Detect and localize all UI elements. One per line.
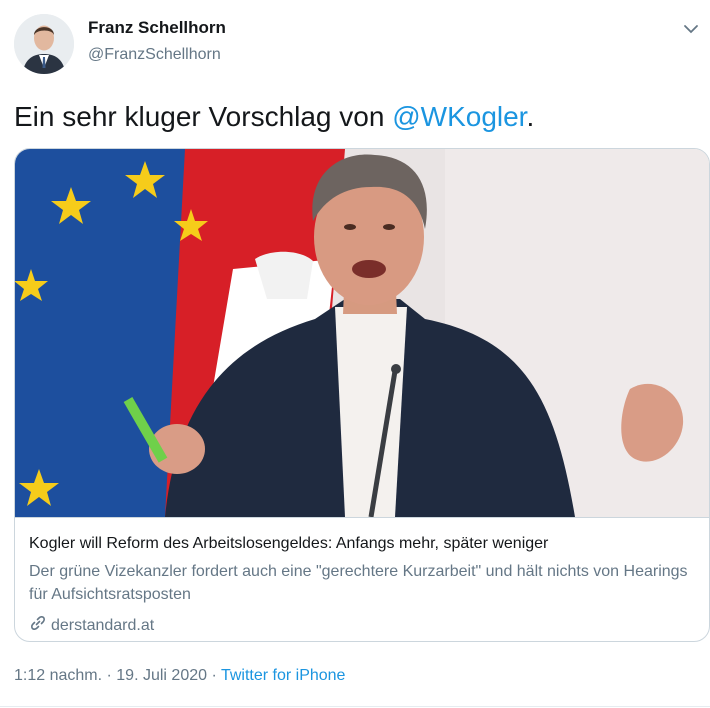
card-body[interactable]: Kogler will Reform des Arbeitslosengelde… bbox=[15, 517, 709, 641]
tweet: Franz Schellhorn @FranzSchellhorn Ein se… bbox=[0, 0, 710, 708]
card-domain-text: derstandard.at bbox=[51, 616, 155, 634]
tweet-text: Ein sehr kluger Vorschlag von @WKogler. bbox=[14, 100, 534, 134]
card-description: Der grüne Vizekanzler fordert auch eine … bbox=[29, 563, 688, 603]
author-handle[interactable]: @FranzSchellhorn bbox=[88, 46, 221, 64]
author-name[interactable]: Franz Schellhorn bbox=[88, 18, 226, 38]
tweet-date[interactable]: 19. Juli 2020 bbox=[116, 667, 207, 684]
mention-link[interactable]: @WKogler bbox=[392, 101, 526, 132]
chevron-down-icon[interactable] bbox=[682, 22, 700, 36]
tweet-text-after: . bbox=[526, 101, 535, 132]
avatar-image bbox=[14, 14, 74, 74]
tweet-source-link[interactable]: Twitter for iPhone bbox=[221, 667, 346, 684]
tweet-text-before: Ein sehr kluger Vorschlag von bbox=[14, 101, 393, 132]
card-domain[interactable]: derstandard.at bbox=[29, 614, 154, 637]
tweet-meta: 1:12 nachm. · 19. Juli 2020 · Twitter fo… bbox=[14, 667, 345, 685]
divider bbox=[0, 706, 710, 707]
card-title[interactable]: Kogler will Reform des Arbeitslosengelde… bbox=[29, 535, 548, 553]
meta-separator-2: · bbox=[207, 667, 221, 684]
link-icon bbox=[29, 614, 47, 637]
tweet-time[interactable]: 1:12 nachm. bbox=[14, 667, 102, 684]
avatar[interactable] bbox=[14, 14, 74, 74]
link-card[interactable]: Kogler will Reform des Arbeitslosengelde… bbox=[14, 148, 710, 642]
meta-separator: · bbox=[102, 667, 117, 684]
card-photo bbox=[15, 149, 709, 517]
card-image[interactable] bbox=[15, 149, 709, 517]
